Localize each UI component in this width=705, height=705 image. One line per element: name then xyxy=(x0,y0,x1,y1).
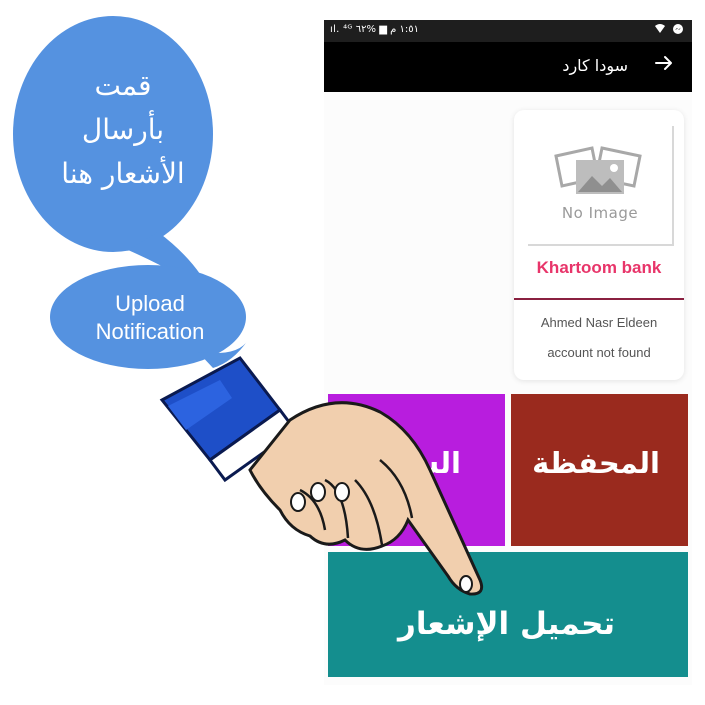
tile-upload-label: تحميل الإشعار xyxy=(398,606,616,642)
no-image-label: No Image xyxy=(561,204,639,222)
bank-card[interactable]: No Image Khartoom bank Ahmed Nasr Eldeen… xyxy=(514,110,684,380)
arrow-right-icon[interactable] xyxy=(650,52,678,80)
arabic-annotation: قمت بأرسال الأشعار هنا xyxy=(61,69,185,190)
status-indicators: ١:٥١ م ▆ %٦٢ ıl. ⁴ᴳ xyxy=(330,24,419,35)
card-divider xyxy=(514,298,684,300)
app-bar: سودا كارد xyxy=(324,42,692,92)
card-image-placeholder: No Image xyxy=(528,126,674,246)
bank-name: Khartoom bank xyxy=(536,258,662,277)
account-owner: Ahmed Nasr Eldeen xyxy=(540,315,658,330)
english-annotation: Upload Notification xyxy=(95,291,205,344)
account-status: account not found xyxy=(547,345,651,360)
messenger-icon xyxy=(671,23,684,36)
status-right-icons xyxy=(653,23,684,36)
tile-wallet[interactable]: المحفظة xyxy=(511,394,688,546)
status-bar: ١:٥١ م ▆ %٦٢ ıl. ⁴ᴳ xyxy=(324,20,692,42)
wifi-icon xyxy=(653,23,666,36)
no-image-icon xyxy=(554,146,642,194)
tile-wallet-label: المحفظة xyxy=(532,446,660,480)
page-title: سودا كارد xyxy=(562,56,628,75)
pointing-hand-icon xyxy=(159,356,484,596)
